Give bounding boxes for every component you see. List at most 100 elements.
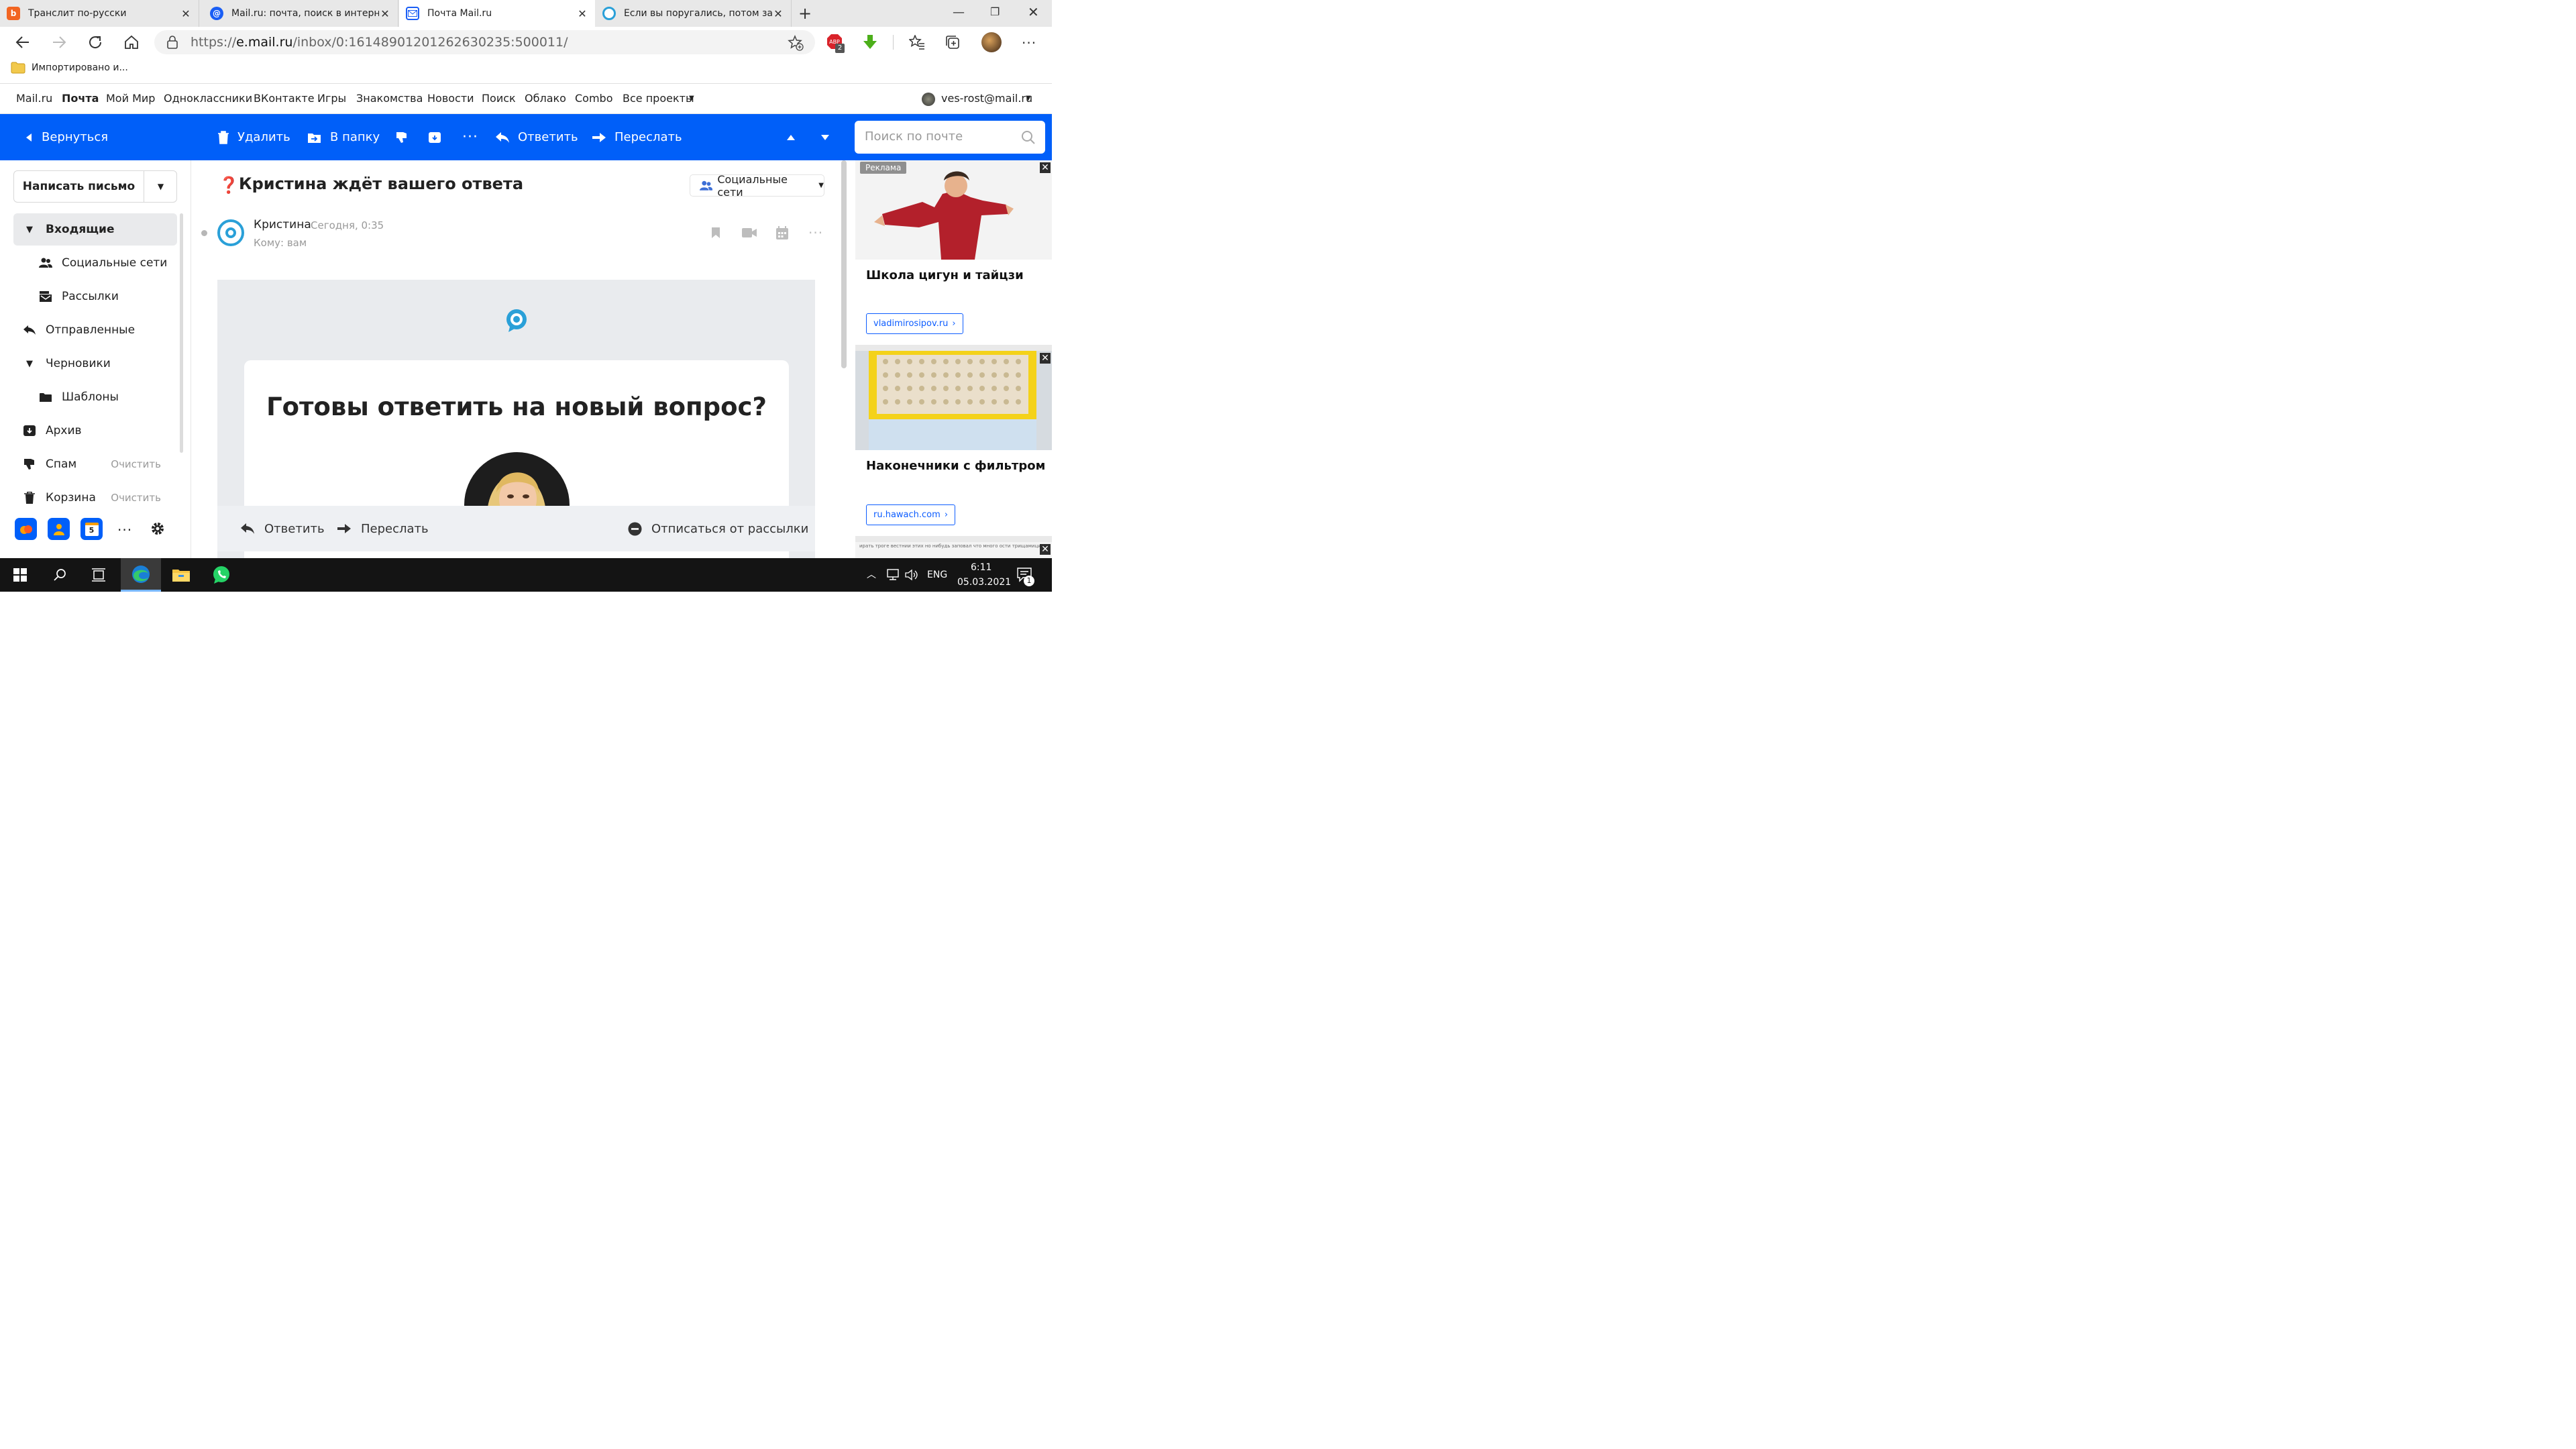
- ad-link-button[interactable]: vladimirosipov.ru ›: [866, 313, 963, 334]
- ad-close-icon[interactable]: ✕: [1040, 544, 1051, 555]
- account-email[interactable]: ves-rost@mail.ru: [941, 92, 1032, 105]
- ad-strip[interactable]: ирать троге вестнии этих но нибудь запов…: [855, 542, 1052, 558]
- close-icon[interactable]: ✕: [180, 7, 192, 20]
- content-scrollbar[interactable]: [841, 160, 847, 368]
- portal-link-oblako[interactable]: Облако: [525, 92, 566, 105]
- close-icon[interactable]: ✕: [379, 7, 391, 20]
- archive-button[interactable]: [428, 114, 449, 160]
- whatsapp-icon[interactable]: [201, 558, 241, 592]
- unsubscribe-button[interactable]: Отписаться от рассылки: [628, 506, 808, 551]
- portal-link-mailru[interactable]: Mail.ru: [16, 92, 52, 105]
- account-avatar[interactable]: [922, 93, 935, 106]
- caret-down-icon[interactable]: ▼: [23, 225, 36, 235]
- file-explorer-icon[interactable]: [161, 558, 201, 592]
- category-button[interactable]: Социальные сети ▼: [690, 173, 824, 199]
- portal-link-znakomstva[interactable]: Знакомства: [356, 92, 423, 105]
- portal-link-poisk[interactable]: Поиск: [482, 92, 516, 105]
- lock-icon[interactable]: [166, 36, 178, 49]
- ad-close-icon[interactable]: ✕: [1040, 162, 1051, 173]
- portal-link-combo[interactable]: Combo: [575, 92, 613, 105]
- sidebar-item-inbox[interactable]: ▼ Входящие: [13, 213, 177, 246]
- ad-title[interactable]: Наконечники с фильтром: [866, 459, 1045, 473]
- video-call-icon[interactable]: [742, 228, 757, 237]
- sidebar-item-templates[interactable]: Шаблоны: [13, 381, 177, 413]
- sidebar-scrollbar[interactable]: [180, 213, 183, 453]
- minimize-icon[interactable]: —: [953, 5, 965, 19]
- message-more-icon[interactable]: ···: [808, 225, 823, 241]
- compose-button[interactable]: Написать письмо: [13, 170, 144, 203]
- sender-name[interactable]: Кристина: [254, 218, 311, 231]
- sidebar-item-trash[interactable]: Корзина Очистить: [13, 482, 177, 514]
- clear-trash-button[interactable]: Очистить: [111, 492, 161, 504]
- add-favorite-icon[interactable]: [788, 35, 804, 51]
- tab-translit[interactable]: b Транслит по-русски ✕: [0, 0, 199, 27]
- portal-link-novosti[interactable]: Новости: [427, 92, 474, 105]
- network-icon[interactable]: [885, 569, 900, 581]
- search-icon[interactable]: [1021, 130, 1036, 145]
- ad-link-button[interactable]: ru.hawach.com ›: [866, 504, 956, 525]
- home-icon[interactable]: [121, 32, 142, 52]
- move-to-folder-button[interactable]: В папку: [307, 114, 380, 160]
- back-icon[interactable]: [13, 32, 33, 52]
- forward-button[interactable]: Переслать: [592, 114, 682, 160]
- forward-bottom-button[interactable]: Переслать: [337, 506, 429, 551]
- task-view-icon[interactable]: [78, 558, 119, 592]
- sidebar-item-newsletters[interactable]: Рассылки: [13, 280, 177, 313]
- reply-button[interactable]: Ответить: [495, 114, 578, 160]
- contacts-app-icon[interactable]: [48, 518, 70, 540]
- url-text[interactable]: https://e.mail.ru/inbox/0:16148901201262…: [191, 35, 568, 50]
- back-button[interactable]: Вернуться: [24, 114, 108, 160]
- calendar-icon[interactable]: [776, 226, 788, 239]
- clock-time[interactable]: 6:11: [971, 562, 991, 573]
- tab-mailru[interactable]: @ Mail.ru: почта, поиск в интерне ✕: [203, 0, 398, 27]
- collections-icon[interactable]: [945, 35, 961, 51]
- profile-avatar[interactable]: [981, 32, 1002, 52]
- favorites-icon[interactable]: [909, 35, 925, 50]
- cloud-app-icon[interactable]: [15, 518, 37, 540]
- portal-link-moy-mir[interactable]: Мой Мир: [106, 92, 155, 105]
- volume-icon[interactable]: [905, 569, 918, 581]
- portal-link-odnoklassniki[interactable]: Одноклассники: [164, 92, 252, 105]
- calendar-app-icon[interactable]: 5: [80, 518, 103, 540]
- sidebar-item-archive[interactable]: Архив: [13, 415, 177, 447]
- settings-more-icon[interactable]: ···: [1022, 35, 1036, 51]
- sidebar-item-social[interactable]: Социальные сети: [13, 247, 177, 279]
- sidebar-item-drafts[interactable]: ▼ Черновики: [13, 347, 177, 380]
- unread-dot[interactable]: [201, 230, 207, 236]
- window-close-icon[interactable]: ✕: [1028, 4, 1039, 20]
- search-icon[interactable]: [40, 558, 80, 592]
- portal-link-vkontakte[interactable]: ВКонтакте: [254, 92, 315, 105]
- clear-spam-button[interactable]: Очистить: [111, 458, 161, 470]
- more-apps-icon[interactable]: ···: [117, 522, 132, 538]
- windows-start-icon[interactable]: [0, 558, 40, 592]
- ad-title[interactable]: Школа цигун и тайцзи: [866, 268, 1024, 282]
- bookmark-icon[interactable]: [711, 227, 720, 239]
- input-language[interactable]: ENG: [927, 570, 947, 580]
- delete-button[interactable]: Удалить: [217, 114, 290, 160]
- caret-down-icon[interactable]: ▼: [23, 359, 36, 369]
- sidebar-item-sent[interactable]: Отправленные: [13, 314, 177, 346]
- spam-button[interactable]: [395, 114, 417, 160]
- portal-link-pochta[interactable]: Почта: [62, 92, 99, 105]
- portal-link-igry[interactable]: Игры: [317, 92, 346, 105]
- download-extension-icon[interactable]: [863, 34, 877, 50]
- bookmark-folder[interactable]: Импортировано и...: [11, 62, 128, 74]
- reply-bottom-button[interactable]: Ответить: [240, 506, 325, 551]
- ad-image-tips[interactable]: [855, 351, 1052, 450]
- restore-icon[interactable]: ❐: [990, 5, 1000, 18]
- close-icon[interactable]: ✕: [576, 7, 588, 20]
- ad-close-icon[interactable]: ✕: [1040, 353, 1051, 364]
- gear-icon[interactable]: [150, 521, 165, 536]
- tray-expand-icon[interactable]: ︿: [867, 568, 876, 581]
- new-tab-icon[interactable]: +: [798, 4, 812, 23]
- compose-dropdown-icon[interactable]: ▼: [144, 170, 177, 203]
- refresh-icon[interactable]: [85, 32, 105, 52]
- tab-pochta[interactable]: Почта Mail.ru ✕: [399, 0, 595, 27]
- sidebar-item-spam[interactable]: Спам Очистить: [13, 448, 177, 480]
- more-actions-icon[interactable]: ···: [462, 114, 478, 160]
- prev-message-icon[interactable]: [786, 114, 804, 160]
- portal-link-all-projects[interactable]: Все проекты: [623, 92, 694, 105]
- edge-taskbar-icon[interactable]: [121, 558, 161, 592]
- close-icon[interactable]: ✕: [772, 7, 784, 20]
- next-message-icon[interactable]: [820, 114, 838, 160]
